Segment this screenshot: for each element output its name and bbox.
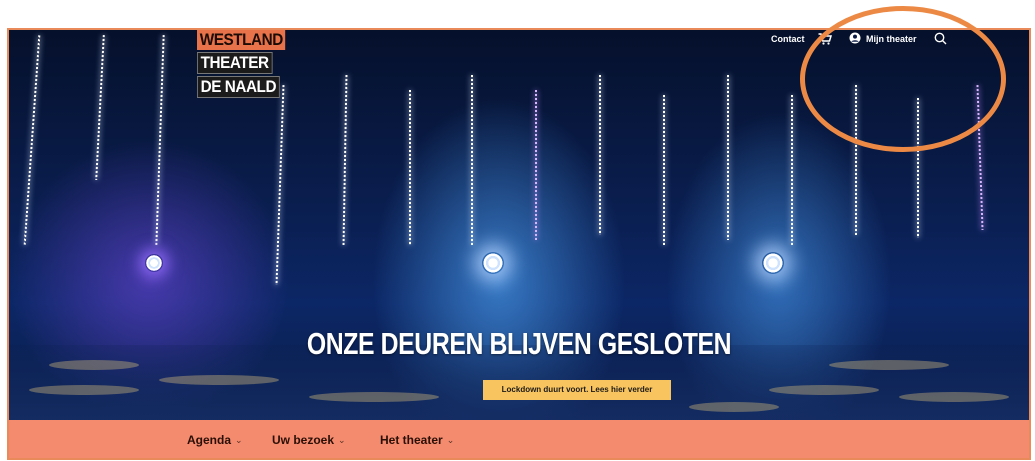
led-strip bbox=[599, 75, 601, 235]
search-icon[interactable] bbox=[934, 32, 947, 45]
led-strip bbox=[535, 90, 537, 240]
contact-link[interactable]: Contact bbox=[771, 34, 805, 44]
floor-reflection bbox=[309, 392, 439, 402]
floor-reflection bbox=[899, 392, 1009, 402]
led-strip bbox=[855, 85, 857, 235]
led-strip bbox=[409, 90, 411, 245]
floor-reflection bbox=[769, 385, 879, 395]
led-strip bbox=[155, 35, 165, 245]
led-strip bbox=[95, 35, 105, 180]
stage-light-fixture bbox=[762, 252, 784, 274]
main-navigation: Agenda ⌄ Uw bezoek ⌄ Het theater ⌄ bbox=[9, 420, 1029, 458]
led-strip bbox=[275, 85, 285, 285]
led-strip bbox=[23, 35, 41, 245]
website-frame: WESTLAND THEATER DE NAALD Contact Mijn t… bbox=[7, 28, 1031, 460]
chevron-down-icon: ⌄ bbox=[338, 434, 346, 445]
led-strip bbox=[342, 74, 348, 246]
led-strip bbox=[791, 95, 793, 245]
logo-line-de-naald: DE NAALD bbox=[197, 76, 280, 98]
stage-light-fixture bbox=[482, 252, 504, 274]
my-theater-link[interactable]: Mijn theater bbox=[849, 32, 917, 46]
led-strip bbox=[917, 98, 919, 238]
nav-item-label: Uw bezoek bbox=[272, 433, 335, 447]
cart-icon[interactable] bbox=[818, 33, 832, 45]
my-theater-label: Mijn theater bbox=[866, 34, 917, 44]
nav-item-het-theater[interactable]: Het theater ⌄ bbox=[380, 433, 454, 447]
chevron-down-icon: ⌄ bbox=[446, 434, 455, 445]
hero-headline: ONZE DEUREN BLIJVEN GESLOTEN bbox=[306, 326, 732, 361]
site-logo[interactable]: WESTLAND THEATER DE NAALD bbox=[197, 30, 286, 114]
floor-reflection bbox=[29, 385, 139, 395]
nav-item-label: Het theater bbox=[380, 433, 443, 447]
floor-reflection bbox=[159, 375, 279, 385]
stage-light-fixture bbox=[145, 254, 163, 272]
floor-reflection bbox=[689, 402, 779, 412]
nav-item-agenda[interactable]: Agenda ⌄ bbox=[187, 433, 243, 447]
user-circle-icon bbox=[849, 32, 861, 46]
lockdown-info-button[interactable]: Lockdown duurt voort. Lees hier verder bbox=[483, 380, 671, 400]
hero-banner: WESTLAND THEATER DE NAALD Contact Mijn t… bbox=[9, 30, 1029, 420]
led-strip bbox=[976, 85, 984, 230]
nav-item-uw-bezoek[interactable]: Uw bezoek ⌄ bbox=[272, 433, 346, 447]
led-strip bbox=[471, 75, 473, 245]
chevron-down-icon: ⌄ bbox=[235, 434, 243, 445]
nav-item-label: Agenda bbox=[187, 433, 232, 447]
logo-line-theater: THEATER bbox=[197, 52, 273, 74]
logo-line-westland: WESTLAND bbox=[197, 30, 286, 50]
led-strip bbox=[727, 75, 729, 240]
led-strip bbox=[663, 95, 665, 245]
